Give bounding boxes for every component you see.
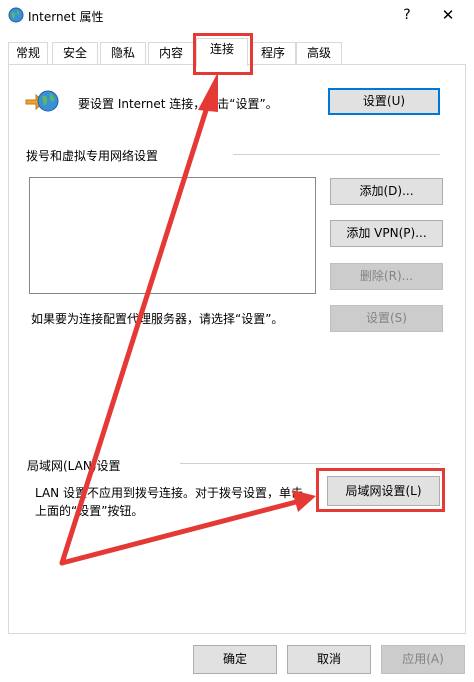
tab-advanced[interactable]: 高级	[296, 42, 342, 64]
tab-programs[interactable]: 程序	[250, 42, 296, 64]
proxy-hint: 如果要为连接配置代理服务器，请选择“设置”。	[31, 312, 284, 326]
dialup-settings-button[interactable]: 设置(S)	[330, 305, 443, 332]
lan-divider	[180, 463, 440, 464]
setup-button[interactable]: 设置(U)	[328, 88, 440, 115]
help-button[interactable]: ?	[395, 3, 419, 27]
lan-header: 局域网(LAN)设置	[27, 459, 121, 473]
lan-settings-button[interactable]: 局域网设置(L)	[327, 476, 440, 506]
ok-button[interactable]: 确定	[193, 645, 277, 674]
dialup-header: 拨号和虚拟专用网络设置	[26, 149, 159, 163]
tab-content[interactable]: 内容	[148, 42, 194, 64]
dialup-divider	[233, 154, 440, 155]
add-button[interactable]: 添加(D)...	[330, 178, 443, 205]
globe-connect-icon	[24, 86, 60, 116]
setup-description: 要设置 Internet 连接，单击“设置”。	[78, 97, 278, 111]
lan-description-line1: LAN 设置不应用到拨号连接。对于拨号设置，单击	[35, 486, 303, 500]
apply-button[interactable]: 应用(A)	[381, 645, 465, 674]
lan-description-line2: 上面的“设置”按钮。	[35, 504, 144, 518]
tab-connections[interactable]: 连接	[196, 38, 248, 66]
globe-icon	[8, 7, 24, 23]
tab-security[interactable]: 安全	[52, 42, 98, 64]
connections-list[interactable]	[29, 177, 316, 294]
close-button[interactable]: ✕	[434, 3, 462, 27]
window-title: Internet 属性	[28, 10, 104, 24]
cancel-button[interactable]: 取消	[287, 645, 371, 674]
tab-general[interactable]: 常规	[8, 42, 48, 64]
remove-button[interactable]: 删除(R)...	[330, 263, 443, 290]
tab-privacy[interactable]: 隐私	[100, 42, 146, 64]
add-vpn-button[interactable]: 添加 VPN(P)...	[330, 220, 443, 247]
